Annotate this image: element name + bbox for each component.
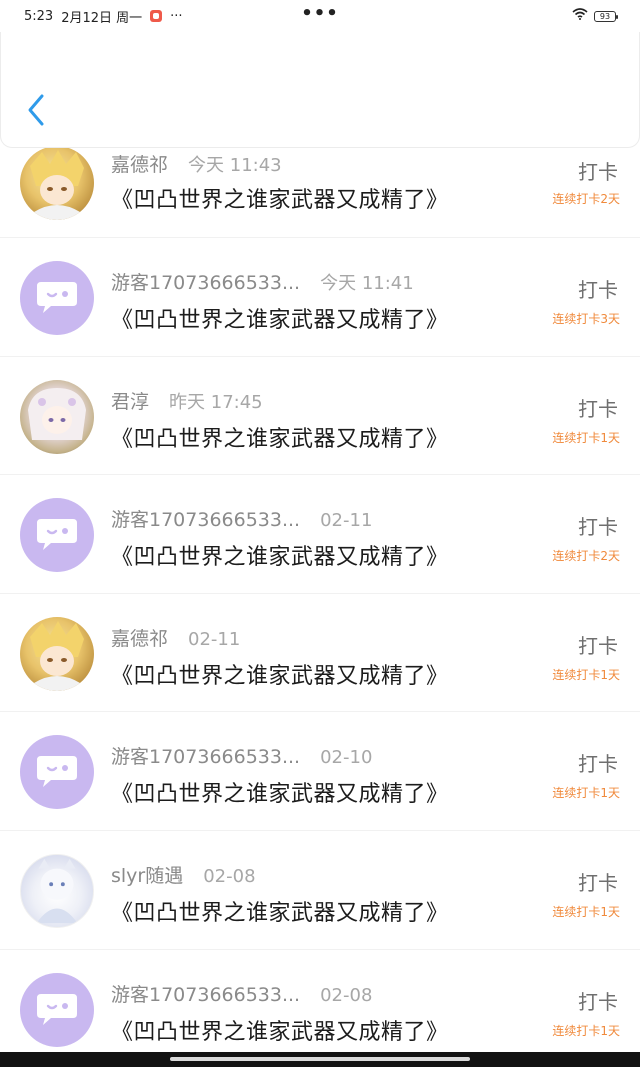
chat-bubble-icon xyxy=(37,756,77,788)
notification-app-icon xyxy=(150,10,163,22)
status-bar: 5:23 2月12日 周一 ··· ••• 93 xyxy=(0,0,640,32)
status-right: 93 xyxy=(572,8,618,24)
status-date: 2月12日 周一 xyxy=(61,10,143,26)
user-name[interactable]: 君淳 xyxy=(111,387,149,414)
checkin-label: 打卡 xyxy=(578,160,618,184)
book-title[interactable]: 《凹凸世界之谁家武器又成精了》 xyxy=(111,895,449,927)
checkin-time: 02-08 xyxy=(203,865,256,887)
checkin-time: 02-08 xyxy=(320,984,373,1006)
list-item[interactable]: 游客17073666533... 02-08 《凹凸世界之谁家武器又成精了》 打… xyxy=(0,950,640,1067)
checkin-label: 打卡 xyxy=(578,515,618,540)
chat-bubble-icon xyxy=(37,282,77,313)
book-title[interactable]: 《凹凸世界之谁家武器又成精了》 xyxy=(111,182,449,214)
checkin-label: 打卡 xyxy=(578,396,618,421)
streak-label: 连续打卡1天 xyxy=(552,1023,620,1038)
checkin-label: 打卡 xyxy=(578,633,618,658)
name-line: 嘉德祁 今天 11:43 xyxy=(111,150,282,177)
avatar[interactable] xyxy=(20,498,94,573)
avatar[interactable] xyxy=(20,616,94,691)
name-line: 嘉德祁 02-11 xyxy=(111,624,240,651)
list-item[interactable]: 嘉德祁 02-11 《凹凸世界之谁家武器又成精了》 打卡 连续打卡1天 xyxy=(0,594,640,713)
chat-bubble-icon xyxy=(37,993,77,1025)
status-center-dots: ••• xyxy=(301,3,339,24)
battery-indicator: 93 xyxy=(594,10,618,22)
name-line: 游客17073666533... 02-08 xyxy=(111,980,372,1007)
list-item[interactable]: 游客17073666533... 02-10 《凹凸世界之谁家武器又成精了》 打… xyxy=(0,712,640,831)
app-root: 5:23 2月12日 周一 ··· ••• 93 嘉德祁 今天 11:43 《凹… xyxy=(0,0,640,1067)
page-header xyxy=(0,32,640,148)
checkin-time: 02-11 xyxy=(320,510,373,532)
list-item[interactable]: 君淳 昨天 17:45 《凹凸世界之谁家武器又成精了》 打卡 连续打卡1天 xyxy=(0,357,640,476)
streak-label: 连续打卡2天 xyxy=(552,549,620,564)
name-line: 游客17073666533... 02-10 xyxy=(111,742,372,769)
list-item[interactable]: 游客17073666533... 02-11 《凹凸世界之谁家武器又成精了》 打… xyxy=(0,475,640,594)
book-title[interactable]: 《凹凸世界之谁家武器又成精了》 xyxy=(111,658,449,690)
status-more: ··· xyxy=(170,8,183,24)
streak-label: 连续打卡2天 xyxy=(552,192,620,206)
name-line: 君淳 昨天 17:45 xyxy=(111,387,263,414)
chat-bubble-icon xyxy=(37,519,77,551)
streak-label: 连续打卡1天 xyxy=(552,667,620,682)
list-item[interactable]: slyr随遇 02-08 《凹凸世界之谁家武器又成精了》 打卡 连续打卡1天 xyxy=(0,831,640,950)
name-line: slyr随遇 02-08 xyxy=(111,861,256,888)
avatar[interactable] xyxy=(20,972,94,1047)
user-name[interactable]: slyr随遇 xyxy=(111,861,183,888)
checkin-time: 今天 11:41 xyxy=(320,273,414,294)
streak-label: 连续打卡1天 xyxy=(552,786,620,801)
checkin-list: 嘉德祁 今天 11:43 《凹凸世界之谁家武器又成精了》 打卡 连续打卡2天 游… xyxy=(0,146,640,1067)
list-item[interactable]: 游客17073666533... 今天 11:41 《凹凸世界之谁家武器又成精了… xyxy=(0,238,640,357)
avatar[interactable] xyxy=(20,261,94,335)
user-name[interactable]: 游客17073666533... xyxy=(111,505,300,532)
checkin-label: 打卡 xyxy=(578,989,618,1014)
avatar[interactable] xyxy=(20,146,94,220)
user-name[interactable]: 嘉德祁 xyxy=(111,624,168,651)
avatar[interactable] xyxy=(20,379,94,454)
user-name[interactable]: 嘉德祁 xyxy=(111,150,168,177)
chevron-left-icon xyxy=(26,93,46,131)
streak-label: 连续打卡3天 xyxy=(552,312,620,326)
user-name[interactable]: 游客17073666533... xyxy=(111,742,300,769)
book-title[interactable]: 《凹凸世界之谁家武器又成精了》 xyxy=(111,421,449,453)
checkin-time: 今天 11:43 xyxy=(188,155,282,176)
book-title[interactable]: 《凹凸世界之谁家武器又成精了》 xyxy=(111,539,449,571)
avatar[interactable] xyxy=(20,735,94,810)
book-title[interactable]: 《凹凸世界之谁家武器又成精了》 xyxy=(111,302,449,334)
streak-label: 连续打卡1天 xyxy=(552,904,620,919)
book-title[interactable]: 《凹凸世界之谁家武器又成精了》 xyxy=(111,1014,449,1046)
avatar[interactable] xyxy=(20,853,94,928)
name-line: 游客17073666533... 今天 11:41 xyxy=(111,268,414,295)
checkin-time: 02-10 xyxy=(320,747,373,769)
checkin-label: 打卡 xyxy=(578,870,618,895)
book-title[interactable]: 《凹凸世界之谁家武器又成精了》 xyxy=(111,776,449,808)
status-left: 5:23 2月12日 周一 ··· xyxy=(24,7,183,26)
streak-label: 连续打卡1天 xyxy=(552,430,620,445)
name-line: 游客17073666533... 02-11 xyxy=(111,505,372,532)
checkin-label: 打卡 xyxy=(578,752,618,777)
home-indicator[interactable] xyxy=(170,1057,470,1061)
checkin-time: 昨天 17:45 xyxy=(169,391,263,413)
checkin-time: 02-11 xyxy=(188,628,241,650)
user-name[interactable]: 游客17073666533... xyxy=(111,980,300,1007)
back-button[interactable] xyxy=(21,94,51,130)
wifi-icon xyxy=(572,8,588,24)
navigation-bar xyxy=(0,1052,640,1067)
user-name[interactable]: 游客17073666533... xyxy=(111,268,300,295)
status-time: 5:23 xyxy=(24,8,54,24)
list-item[interactable]: 嘉德祁 今天 11:43 《凹凸世界之谁家武器又成精了》 打卡 连续打卡2天 xyxy=(0,146,640,238)
checkin-label: 打卡 xyxy=(578,278,618,302)
